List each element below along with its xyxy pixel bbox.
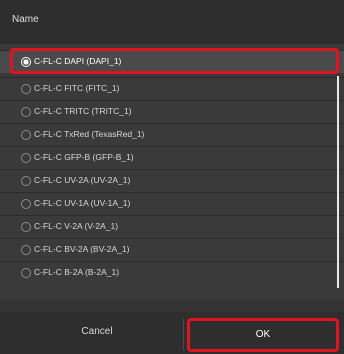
list-item[interactable]: C-FL-C V-2A (V-2A_1) — [0, 215, 344, 238]
option-label: C-FL-C V-2A (V-2A_1) — [34, 221, 119, 231]
name-column-label: Name — [12, 14, 39, 25]
list-item[interactable]: C-FL-C TxRed (TexasRed_1) — [0, 123, 344, 146]
footer-divider — [183, 318, 184, 350]
radio-icon[interactable] — [21, 84, 31, 94]
filter-select-dialog: Name C-FL-C DAPI (DAPI_1) C-FL-C FITC (F… — [0, 0, 344, 354]
radio-icon[interactable] — [21, 153, 31, 163]
radio-icon[interactable] — [21, 176, 31, 186]
option-label: C-FL-C FITC (FITC_1) — [34, 83, 120, 93]
list-item[interactable]: C-FL-C FITC (FITC_1) — [0, 77, 344, 100]
list-item[interactable]: C-FL-C UV-2A (UV-2A_1) — [0, 169, 344, 192]
radio-icon[interactable] — [21, 268, 31, 278]
option-label: C-FL-C TxRed (TexasRed_1) — [34, 129, 145, 139]
radio-icon[interactable] — [21, 222, 31, 232]
radio-selected-icon[interactable] — [21, 57, 31, 67]
option-label: C-FL-C BV-2A (BV-2A_1) — [34, 244, 130, 254]
list-item[interactable]: C-FL-C DAPI (DAPI_1) — [0, 50, 344, 73]
option-label: C-FL-C UV-1A (UV-1A_1) — [34, 198, 131, 208]
cancel-button-label: Cancel — [81, 326, 113, 337]
dialog-header: Name — [0, 0, 344, 44]
option-label: C-FL-C UV-2A (UV-2A_1) — [34, 175, 131, 185]
list-item[interactable]: C-FL-C B-2A (B-2A_1) — [0, 261, 344, 284]
scrollbar[interactable] — [337, 76, 339, 288]
radio-icon[interactable] — [21, 107, 31, 117]
cancel-button[interactable]: Cancel — [6, 312, 188, 354]
list-item[interactable]: C-FL-C TRITC (TRITC_1) — [0, 100, 344, 123]
options-list[interactable]: C-FL-C DAPI (DAPI_1) C-FL-C FITC (FITC_1… — [0, 44, 344, 300]
option-label: C-FL-C GFP-B (GFP-B_1) — [34, 152, 134, 162]
ok-button[interactable]: OK — [187, 318, 339, 352]
ok-button-label: OK — [255, 329, 271, 340]
option-label: C-FL-C B-2A (B-2A_1) — [34, 267, 120, 277]
list-item[interactable]: C-FL-C BV-2A (BV-2A_1) — [0, 238, 344, 261]
radio-icon[interactable] — [21, 130, 31, 140]
radio-icon[interactable] — [21, 245, 31, 255]
list-item[interactable]: C-FL-C UV-1A (UV-1A_1) — [0, 192, 344, 215]
list-item[interactable]: C-FL-C GFP-B (GFP-B_1) — [0, 146, 344, 169]
radio-icon[interactable] — [21, 199, 31, 209]
option-label: C-FL-C DAPI (DAPI_1) — [34, 56, 122, 66]
option-label: C-FL-C TRITC (TRITC_1) — [34, 106, 132, 116]
